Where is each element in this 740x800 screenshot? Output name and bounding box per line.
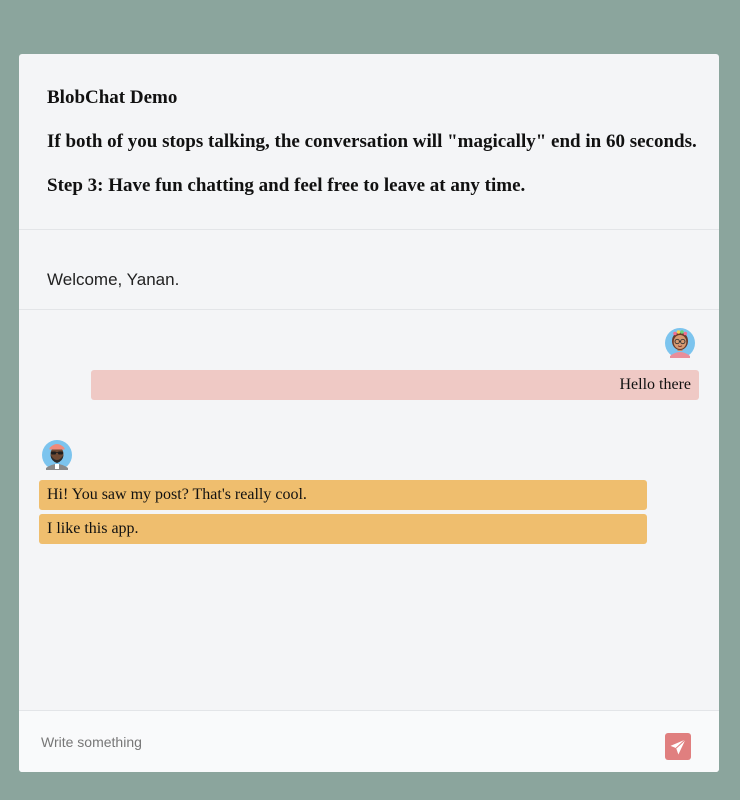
message-list: Hello there Hi! You saw my post? That's … — [19, 310, 719, 710]
message-bubble-other: Hi! You saw my post? That's really cool. — [39, 480, 647, 510]
woman-with-glasses-avatar — [665, 328, 695, 358]
welcome-text: Welcome, Yanan. — [47, 270, 180, 289]
paper-plane-icon — [670, 738, 686, 754]
app-title: BlobChat Demo — [47, 87, 178, 108]
welcome-bar: Welcome, Yanan. — [19, 230, 719, 310]
chat-window: BlobChat Demo If both of you stops talki… — [19, 54, 719, 772]
message-composer — [19, 710, 719, 772]
send-button[interactable] — [665, 733, 691, 760]
man-with-sunglasses-avatar — [42, 440, 72, 470]
step-instruction: Step 3: Have fun chatting and feel free … — [47, 175, 526, 196]
message-bubble-own: Hello there — [91, 370, 699, 400]
message-bubble-other: I like this app. — [39, 514, 647, 544]
message-input[interactable] — [39, 729, 603, 755]
chat-header: BlobChat Demo If both of you stops talki… — [19, 54, 719, 230]
timeout-notice: If both of you stops talking, the conver… — [47, 131, 697, 152]
